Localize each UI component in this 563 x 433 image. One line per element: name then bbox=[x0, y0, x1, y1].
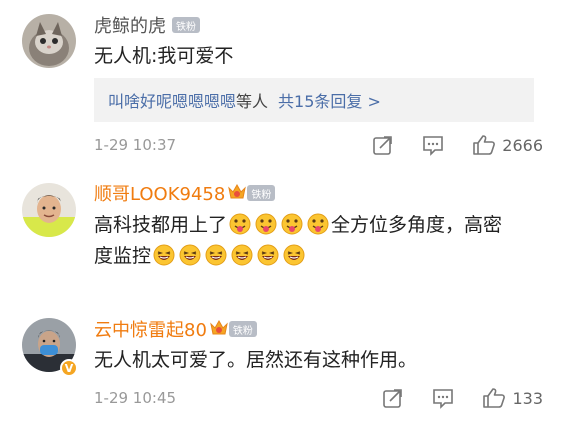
avatar[interactable] bbox=[22, 183, 76, 237]
fan-badge: 铁粉 bbox=[228, 183, 276, 201]
username[interactable]: 顺哥LOOK9458 bbox=[94, 180, 225, 206]
laughing-emoji-icon bbox=[231, 244, 253, 266]
like-button[interactable]: 2666 bbox=[472, 134, 543, 156]
reply-count-link[interactable]: 共15条回复 > bbox=[278, 88, 381, 112]
fan-badge: 铁粉 bbox=[172, 17, 200, 33]
tongue-emoji-icon bbox=[229, 213, 251, 235]
tongue-emoji-icon bbox=[307, 213, 329, 235]
comment-button[interactable] bbox=[422, 134, 444, 156]
like-button[interactable]: 133 bbox=[482, 387, 543, 409]
comment-header: 虎鲸的虎 铁粉 bbox=[94, 13, 200, 37]
crown-icon bbox=[228, 183, 247, 199]
like-count: 133 bbox=[512, 388, 543, 408]
thumbs-up-icon bbox=[483, 388, 506, 408]
badge-label: 铁粉 bbox=[251, 189, 272, 201]
fan-badge: 铁粉 bbox=[210, 319, 257, 337]
laughing-emoji-icon bbox=[179, 244, 201, 266]
comment-button[interactable] bbox=[432, 387, 454, 409]
username[interactable]: 虎鲸的虎 bbox=[94, 12, 166, 38]
tongue-emoji-icon bbox=[255, 213, 277, 235]
laughing-emoji-icon bbox=[257, 244, 279, 266]
timestamp: 1-29 10:37 bbox=[94, 136, 177, 154]
share-icon bbox=[383, 389, 403, 408]
share-button[interactable] bbox=[372, 134, 394, 156]
comment-meta: 1-29 10:37 2666 bbox=[94, 133, 543, 157]
comment-icon bbox=[433, 389, 454, 409]
comment-text: 无人机太可爱了。居然还有这种作用。 bbox=[94, 349, 418, 371]
crown-icon bbox=[210, 319, 228, 335]
badge-label: 铁粉 bbox=[232, 325, 253, 337]
laughing-emoji-icon bbox=[205, 244, 227, 266]
timestamp: 1-29 10:45 bbox=[94, 389, 177, 407]
comment-header: 云中惊雷起80 铁粉 bbox=[94, 317, 257, 341]
laughing-emoji-icon bbox=[283, 244, 305, 266]
comment-icon bbox=[423, 136, 444, 156]
text-segment: 度监控 bbox=[94, 245, 152, 267]
like-count: 2666 bbox=[502, 135, 543, 155]
tongue-emoji-icon bbox=[281, 213, 303, 235]
comment-header: 顺哥LOOK9458 铁粉 bbox=[94, 180, 276, 206]
comment-meta: 1-29 10:45 133 bbox=[94, 386, 543, 410]
thumbs-up-icon bbox=[473, 135, 496, 155]
text-segment: 高科技都用上了 bbox=[94, 214, 228, 236]
replies-preview[interactable]: 叫啥好呢嗯嗯嗯嗯 等人 共15条回复 > bbox=[94, 78, 534, 122]
laughing-emoji-icon bbox=[153, 244, 175, 266]
comment-text: 高科技都用上了 全方位多角度，高密度监控 bbox=[94, 210, 543, 272]
share-icon bbox=[373, 136, 393, 155]
reply-mid-text: 等人 bbox=[236, 92, 269, 111]
text-segment: 全方位多角度，高密 bbox=[331, 214, 503, 236]
avatar[interactable] bbox=[22, 14, 76, 68]
verified-icon: V bbox=[60, 359, 78, 377]
comment-text: 无人机:我可爱不 bbox=[94, 45, 234, 67]
share-button[interactable] bbox=[382, 387, 404, 409]
reply-usernames[interactable]: 叫啥好呢嗯嗯嗯嗯 bbox=[108, 88, 236, 112]
username[interactable]: 云中惊雷起80 bbox=[94, 316, 207, 342]
